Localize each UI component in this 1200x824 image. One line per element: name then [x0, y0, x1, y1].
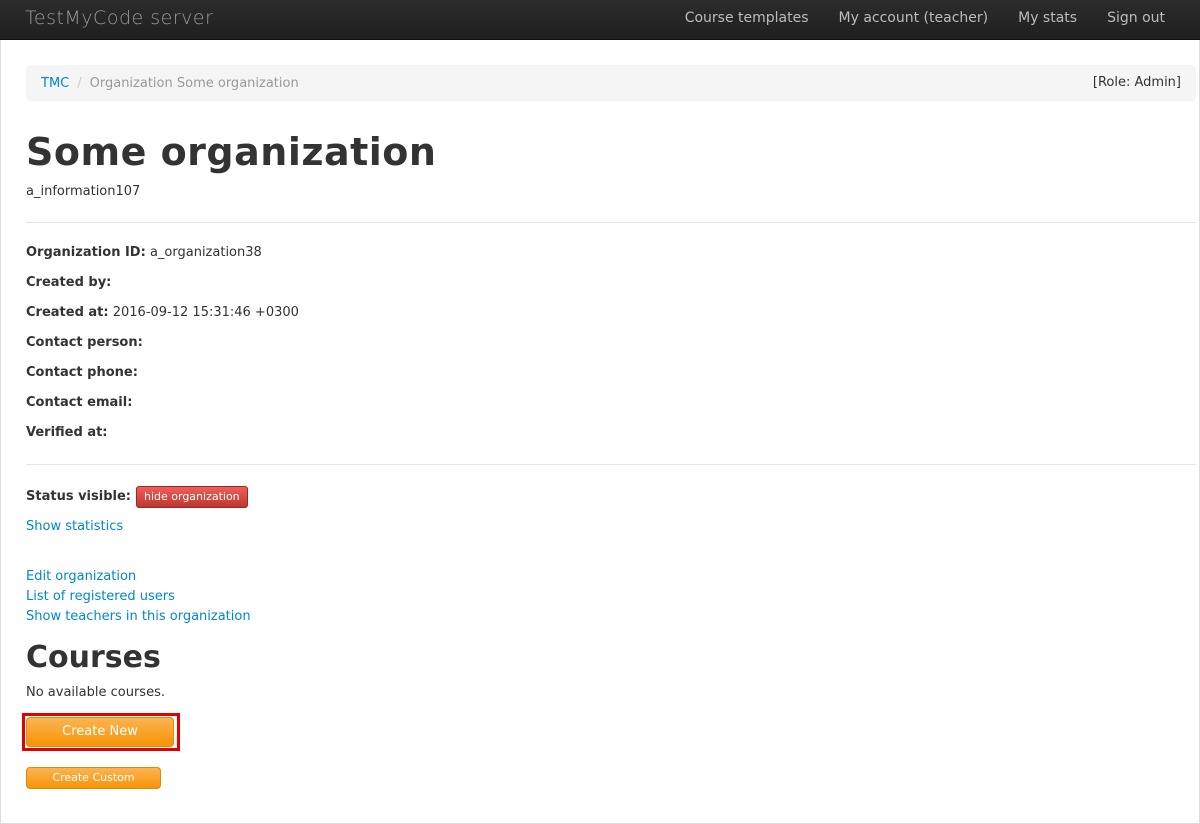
edit-organization-link[interactable]: Edit organization	[26, 567, 1196, 587]
status-visible-row: Status visible: hide organization	[26, 486, 1196, 508]
nav-my-stats[interactable]: My stats	[1003, 0, 1092, 40]
courses-heading: Courses	[26, 640, 161, 675]
detail-contact-phone: Contact phone:	[26, 358, 1196, 388]
create-custom-course-button[interactable]: Create Custom Course	[26, 767, 161, 804]
breadcrumb-current: Organization Some organization	[89, 75, 299, 91]
detail-value: a_organization38	[149, 245, 262, 260]
registered-users-link[interactable]: List of registered users	[26, 587, 1196, 607]
no-courses-text: No available courses.	[26, 685, 165, 700]
page-container: TMC / Organization Some organization [Ro…	[0, 40, 1200, 824]
hide-organization-button[interactable]: hide organization	[135, 486, 248, 508]
detail-label: Verified at:	[26, 425, 108, 440]
breadcrumb-separator: /	[77, 75, 82, 91]
detail-label: Created at:	[26, 305, 109, 320]
page-title: Some organization	[26, 130, 437, 174]
organization-details: Organization ID: a_organization38 Create…	[26, 238, 1196, 448]
detail-label: Contact email:	[26, 395, 133, 410]
breadcrumb: TMC / Organization Some organization [Ro…	[26, 65, 1196, 101]
detail-contact-person: Contact person:	[26, 328, 1196, 358]
nav-sign-out[interactable]: Sign out	[1092, 0, 1180, 40]
show-statistics-link[interactable]: Show statistics	[26, 517, 1196, 537]
show-teachers-link[interactable]: Show teachers in this organization	[26, 607, 1196, 627]
top-navbar: TestMyCode server Course templates My ac…	[0, 0, 1200, 40]
organization-actions: Edit organization List of registered use…	[26, 567, 1196, 627]
breadcrumb-tmc-link[interactable]: TMC	[41, 76, 69, 91]
nav-links: Course templates My account (teacher) My…	[670, 0, 1180, 40]
detail-created-at: Created at: 2016-09-12 15:31:46 +0300	[26, 298, 1196, 328]
nav-course-templates[interactable]: Course templates	[670, 0, 824, 40]
nav-my-account[interactable]: My account (teacher)	[824, 0, 1004, 40]
detail-label: Contact phone:	[26, 365, 138, 380]
detail-contact-email: Contact email:	[26, 388, 1196, 418]
detail-verified-at: Verified at:	[26, 418, 1196, 448]
brand-logo[interactable]: TestMyCode server	[25, 7, 213, 29]
organization-information: a_information107	[26, 184, 141, 199]
detail-value: 2016-09-12 15:31:46 +0300	[112, 305, 299, 320]
detail-label: Created by:	[26, 275, 112, 290]
detail-label: Contact person:	[26, 335, 143, 350]
create-new-course-button[interactable]: Create New Course	[26, 717, 174, 767]
role-indicator: [Role: Admin]	[1092, 75, 1181, 90]
detail-created-by: Created by:	[26, 268, 1196, 298]
status-label: Status visible:	[26, 489, 131, 504]
divider	[26, 222, 1196, 223]
divider	[26, 464, 1196, 465]
detail-label: Organization ID:	[26, 245, 146, 260]
main-content: Some organization a_information107 Organ…	[26, 126, 1196, 703]
detail-organization-id: Organization ID: a_organization38	[26, 238, 1196, 268]
highlight-frame: Create New Course	[22, 713, 180, 767]
